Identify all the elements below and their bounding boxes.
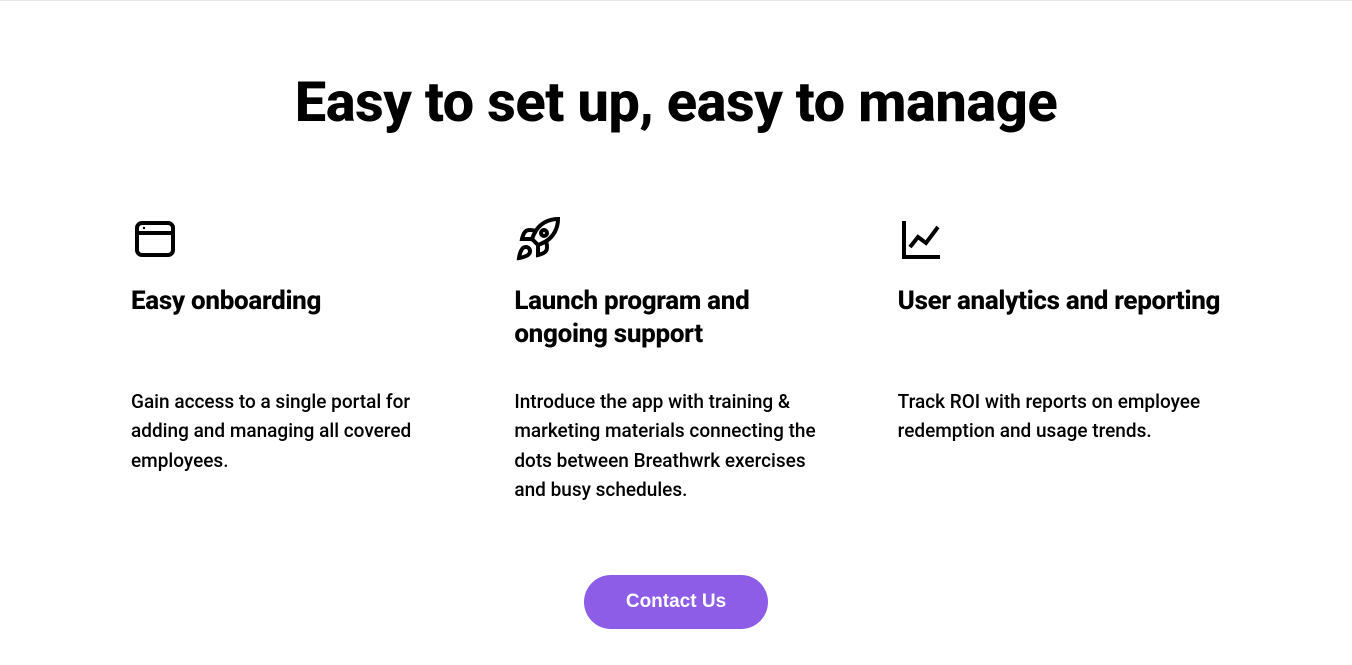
chart-icon [898,215,1221,265]
feature-title: Launch program and ongoing support [514,285,837,355]
feature-description: Introduce the app with training & market… [514,387,837,505]
feature-launch: Launch program and ongoing support Intro… [514,215,837,505]
feature-analytics: User analytics and reporting Track ROI w… [898,215,1221,505]
rocket-icon [514,215,837,265]
contact-us-button[interactable]: Contact Us [584,575,768,629]
feature-description: Gain access to a single portal for addin… [131,387,454,475]
features-grid: Easy onboarding Gain access to a single … [131,215,1221,505]
feature-title: User analytics and reporting [898,285,1221,355]
section-heading: Easy to set up, easy to manage [131,69,1221,135]
feature-title: Easy onboarding [131,285,454,355]
cta-wrap: Contact Us [131,575,1221,649]
feature-description: Track ROI with reports on employee redem… [898,387,1221,446]
feature-onboarding: Easy onboarding Gain access to a single … [131,215,454,505]
window-icon [131,215,454,265]
